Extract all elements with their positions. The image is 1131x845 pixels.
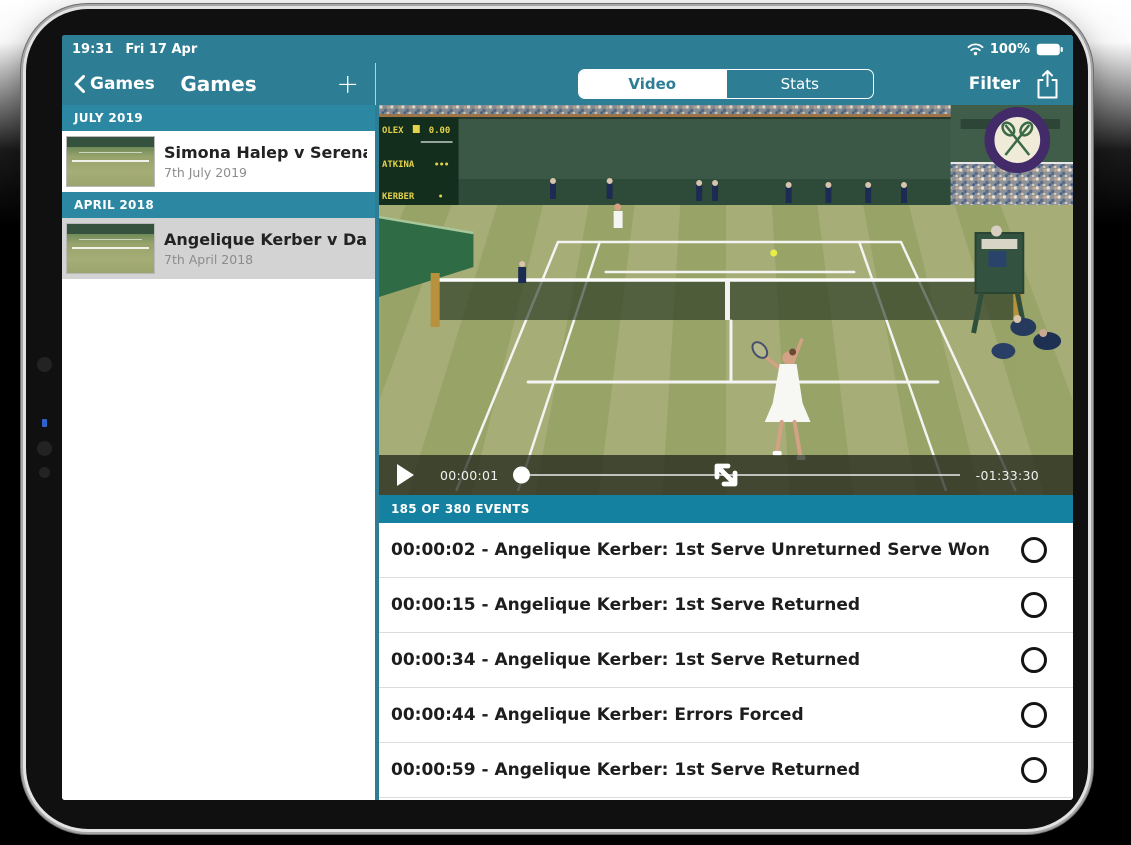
event-row[interactable]: 00:00:34 - Angelique Kerber: 1st Serve R… — [379, 633, 1073, 688]
status-date: Fri 17 Apr — [125, 42, 197, 57]
event-label: 00:00:15 - Angelique Kerber: 1st Serve R… — [391, 595, 1021, 615]
section-header-label: APRIL 2018 — [74, 198, 154, 212]
video-controls: 00:00:01 -01:33:30 — [379, 455, 1073, 495]
svg-text:KERBER: KERBER — [382, 192, 415, 202]
add-game-button[interactable]: + — [336, 71, 359, 98]
event-row[interactable]: 00:00:59 - Angelique Kerber: 1st Serve R… — [379, 743, 1073, 798]
event-label: 00:00:59 - Angelique Kerber: 1st Serve R… — [391, 760, 1021, 780]
sidebar-title: Games — [180, 72, 256, 96]
events-count-label: 185 OF 380 EVENTS — [391, 502, 530, 516]
match-meta: Angelique Kerber v Daria Ka… 7th April 2… — [164, 230, 367, 267]
section-header-july-2019: JULY 2019 — [62, 105, 375, 131]
status-bar: 19:31 Fri 17 Apr 100% — [62, 35, 1073, 63]
page-background: { "status_bar": { "time": "19:31", "date… — [0, 0, 1131, 845]
bezel-dot — [37, 441, 52, 456]
tennis-ball — [770, 250, 777, 257]
wimbledon-logo-icon — [989, 112, 1045, 168]
status-time: 19:31 — [72, 42, 113, 57]
event-label: 00:00:44 - Angelique Kerber: Errors Forc… — [391, 705, 1021, 725]
event-row[interactable]: 00:00:02 - Angelique Kerber: 1st Serve U… — [379, 523, 1073, 578]
bezel-dot — [42, 419, 47, 427]
event-select-circle[interactable] — [1021, 647, 1047, 673]
app-screen: 19:31 Fri 17 Apr 100% — [62, 35, 1073, 800]
sidebar-empty-area — [62, 279, 375, 800]
main-panel: Video Stats Filter — [379, 63, 1073, 800]
wifi-icon — [967, 43, 984, 56]
main-toolbar: Video Stats Filter — [379, 63, 1073, 105]
match-meta: Simona Halep v Serena Willi… 7th July 20… — [164, 143, 367, 180]
event-select-circle[interactable] — [1021, 757, 1047, 783]
match-thumbnail — [66, 136, 155, 187]
list-item-match-selected[interactable]: Angelique Kerber v Daria Ka… 7th April 2… — [62, 218, 375, 279]
event-select-circle[interactable] — [1021, 537, 1047, 563]
scoreboard: OLEX 0.00 ATKINA KERBER — [379, 117, 459, 215]
section-header-label: JULY 2019 — [74, 111, 143, 125]
event-label: 00:00:02 - Angelique Kerber: 1st Serve U… — [391, 540, 1021, 560]
svg-text:0.00: 0.00 — [429, 126, 451, 136]
match-title: Angelique Kerber v Daria Ka… — [164, 230, 367, 249]
chevron-left-icon — [74, 75, 85, 93]
sidebar-header: Games Games + — [62, 63, 375, 105]
event-select-circle[interactable] — [1021, 592, 1047, 618]
tab-video[interactable]: Video — [579, 70, 726, 98]
share-icon[interactable] — [1035, 69, 1060, 100]
tab-stats[interactable]: Stats — [726, 70, 874, 98]
match-date: 7th July 2019 — [164, 165, 367, 180]
event-label: 00:00:34 - Angelique Kerber: 1st Serve R… — [391, 650, 1021, 670]
section-header-april-2018: APRIL 2018 — [62, 192, 375, 218]
ball-boy — [518, 261, 526, 283]
filter-button[interactable]: Filter — [969, 74, 1020, 94]
tennis-court-frame: OLEX 0.00 ATKINA KERBER — [379, 105, 1073, 495]
video-stats-segmented-control: Video Stats — [578, 69, 874, 99]
event-row[interactable]: 00:00:15 - Angelique Kerber: 1st Serve R… — [379, 578, 1073, 633]
event-select-circle[interactable] — [1021, 702, 1047, 728]
match-title: Simona Halep v Serena Willi… — [164, 143, 367, 162]
bezel-dot — [37, 357, 52, 372]
svg-text:ATKINA: ATKINA — [382, 160, 415, 170]
match-thumbnail — [66, 223, 155, 274]
list-item-match[interactable]: Simona Halep v Serena Willi… 7th July 20… — [62, 131, 375, 192]
battery-icon — [1036, 43, 1063, 56]
tablet-frame: 19:31 Fri 17 Apr 100% — [26, 9, 1088, 829]
back-button-label: Games — [90, 74, 155, 94]
events-count-header: 185 OF 380 EVENTS — [379, 495, 1073, 523]
match-date: 7th April 2018 — [164, 252, 367, 267]
event-row[interactable]: 00:00:44 - Angelique Kerber: Errors Forc… — [379, 688, 1073, 743]
battery-percent: 100% — [990, 42, 1030, 57]
back-button[interactable]: Games — [74, 74, 155, 94]
games-sidebar: Games Games + JULY 2019 Simona Halep v S… — [62, 63, 379, 800]
svg-text:OLEX: OLEX — [382, 126, 404, 136]
front-camera — [39, 467, 50, 478]
video-player[interactable]: OLEX 0.00 ATKINA KERBER — [379, 105, 1073, 495]
